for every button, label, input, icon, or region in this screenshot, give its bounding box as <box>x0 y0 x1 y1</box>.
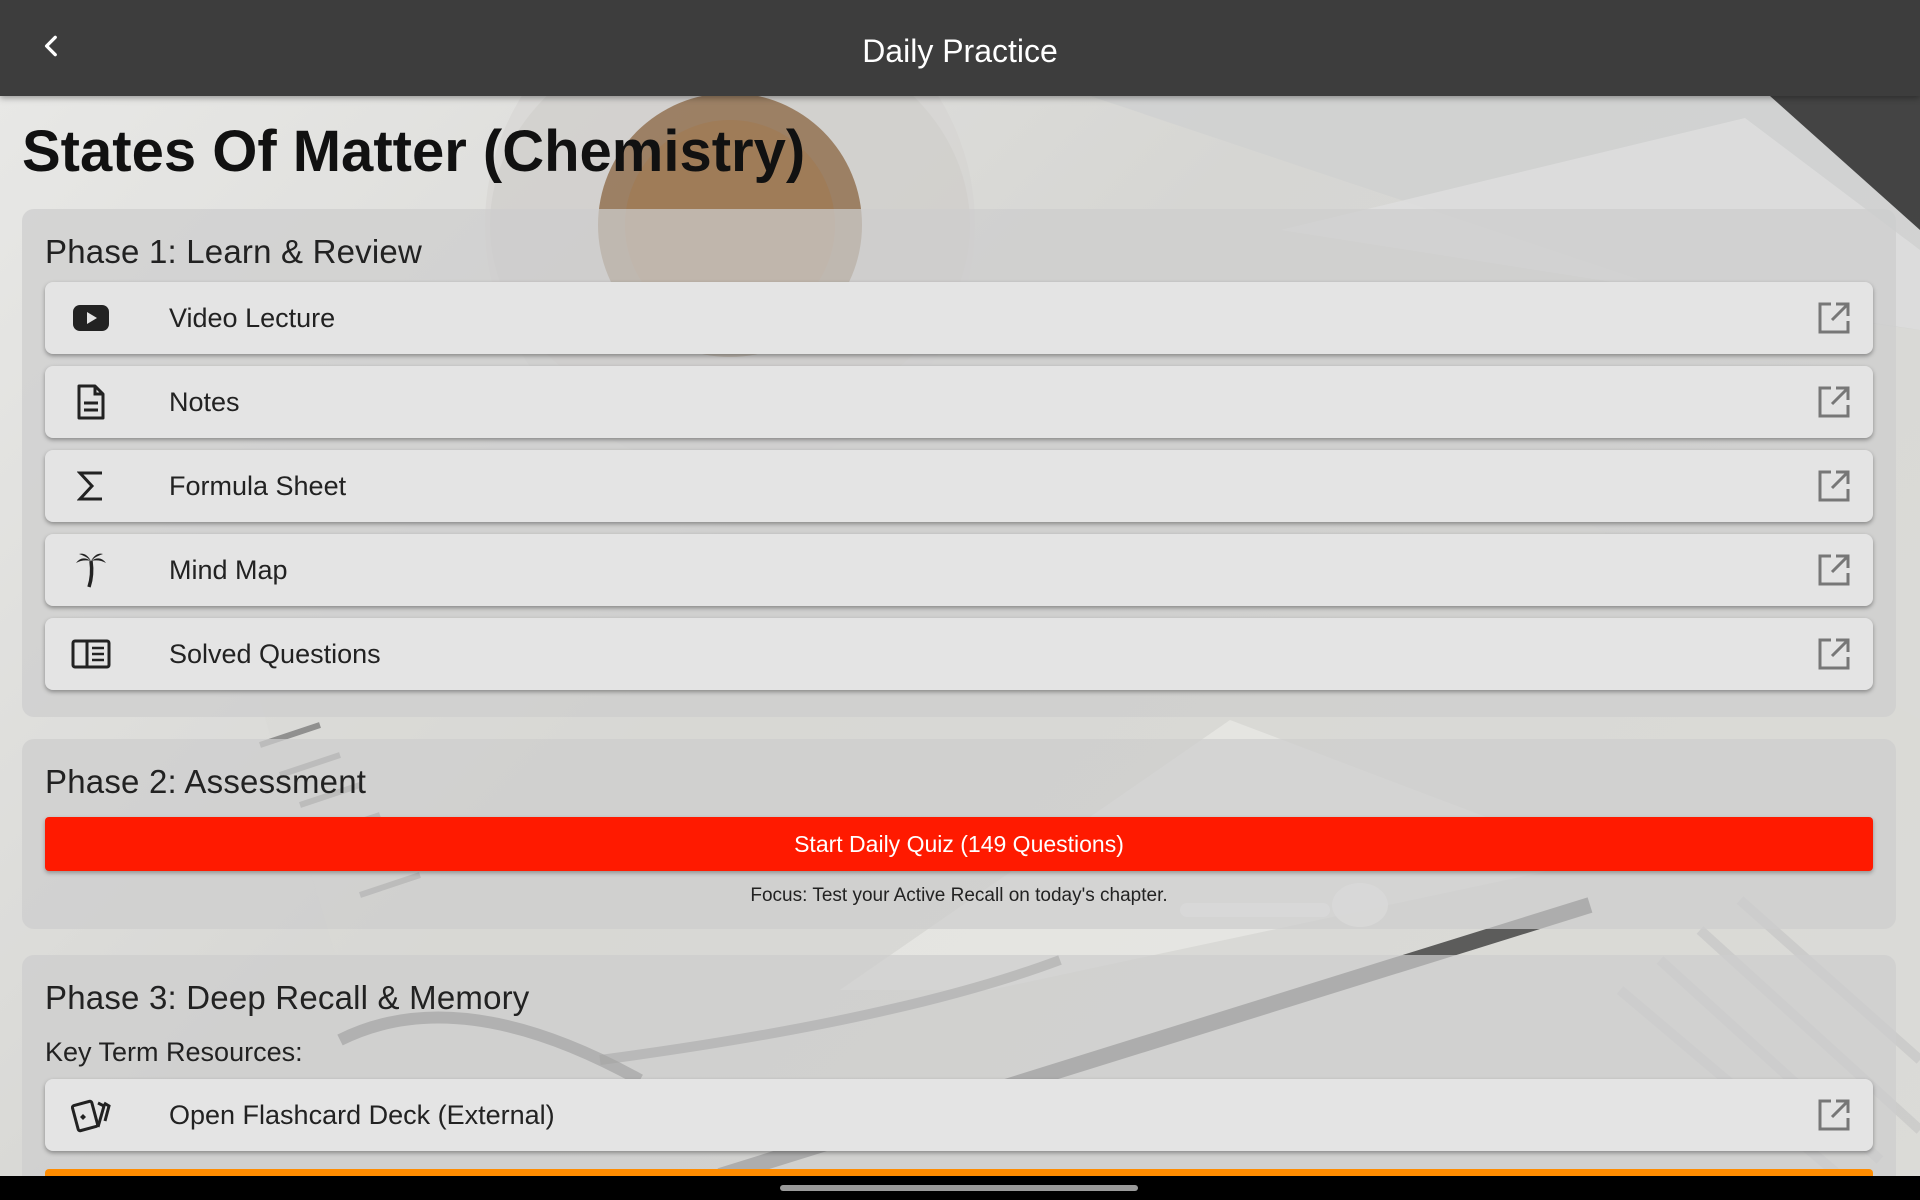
resource-label: Notes <box>169 387 240 417</box>
resource-solved-questions[interactable]: Solved Questions <box>45 618 1873 690</box>
main-content[interactable]: States Of Matter (Chemistry) Phase 1: Le… <box>0 96 1920 1176</box>
resource-video-lecture[interactable]: Video Lecture <box>45 282 1873 354</box>
system-nav-bar <box>0 1176 1920 1200</box>
phase-1-card: Phase 1: Learn & Review Video Lecture No… <box>22 209 1896 717</box>
resource-mind-map[interactable]: Mind Map <box>45 534 1873 606</box>
app-bar: Daily Practice <box>0 0 1920 96</box>
resource-notes[interactable]: Notes <box>45 366 1873 438</box>
orange-action-button[interactable] <box>45 1169 1873 1176</box>
open-external-icon[interactable] <box>1817 385 1851 419</box>
video-play-icon <box>71 298 111 338</box>
key-term-label: Key Term Resources: <box>45 1037 303 1067</box>
start-quiz-button[interactable]: Start Daily Quiz (149 Questions) <box>45 817 1873 871</box>
open-external-icon[interactable] <box>1817 301 1851 335</box>
phase-2-card: Phase 2: Assessment Start Daily Quiz (14… <box>22 739 1896 929</box>
resource-label: Mind Map <box>169 555 288 585</box>
open-external-icon[interactable] <box>1817 469 1851 503</box>
focus-text: Focus: Test your Active Recall on today'… <box>750 885 1168 906</box>
page-title: States Of Matter (Chemistry) <box>22 119 806 184</box>
sigma-icon <box>71 466 111 506</box>
resource-flashcard-deck[interactable]: Open Flashcard Deck (External) <box>45 1079 1873 1151</box>
home-gesture-handle[interactable] <box>780 1185 1138 1191</box>
document-icon <box>71 382 111 422</box>
resource-formula-sheet[interactable]: Formula Sheet <box>45 450 1873 522</box>
book-open-icon <box>71 634 111 674</box>
app-bar-title: Daily Practice <box>862 33 1058 69</box>
phase-3-heading: Phase 3: Deep Recall & Memory <box>45 979 530 1016</box>
palm-tree-icon <box>71 550 111 590</box>
resource-label: Formula Sheet <box>169 471 347 501</box>
phase-1-heading: Phase 1: Learn & Review <box>45 233 422 270</box>
phase-3-card: Phase 3: Deep Recall & Memory Key Term R… <box>22 955 1896 1176</box>
resource-label: Solved Questions <box>169 639 381 669</box>
open-external-icon[interactable] <box>1817 1098 1851 1132</box>
resource-label: Open Flashcard Deck (External) <box>169 1100 555 1130</box>
phase-2-heading: Phase 2: Assessment <box>45 763 367 800</box>
cards-icon <box>71 1095 111 1135</box>
open-external-icon[interactable] <box>1817 553 1851 587</box>
open-external-icon[interactable] <box>1817 637 1851 671</box>
resource-label: Video Lecture <box>169 303 336 333</box>
